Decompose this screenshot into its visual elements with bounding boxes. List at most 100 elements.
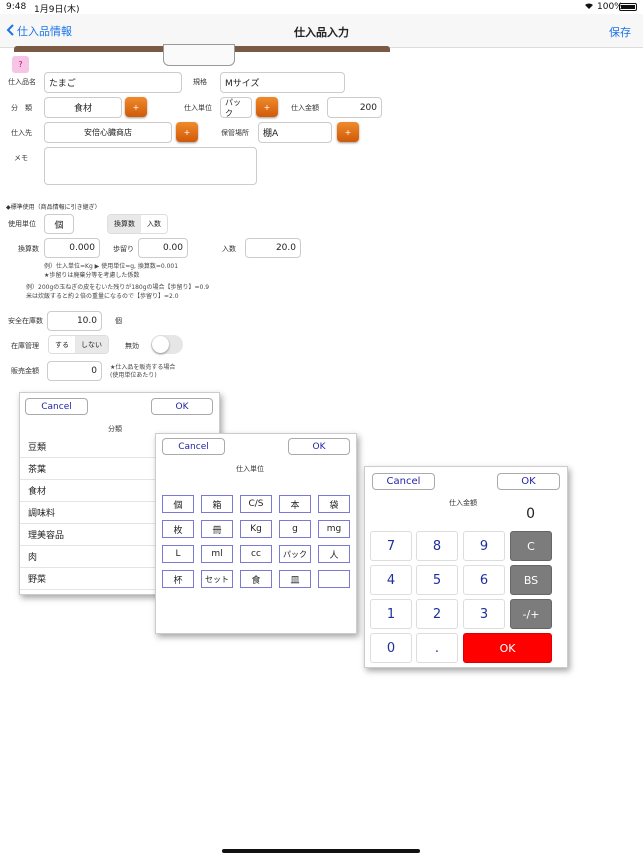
key-7[interactable]: 7 [370,531,412,561]
count-field[interactable]: 20.0 [245,238,301,258]
unit-option[interactable]: パック [279,545,311,563]
unit-option[interactable]: セット [201,570,233,588]
clipboard-clip [163,44,235,66]
unit-option-empty[interactable] [318,570,350,588]
list-item[interactable]: 肉 [20,546,156,568]
category-cancel-button[interactable]: Cancel [25,398,88,415]
key-0[interactable]: 0 [370,633,412,663]
stock-on-option[interactable]: する [49,336,75,353]
list-item[interactable]: 野菜 [20,568,156,590]
yield-label: 歩留り [113,245,134,253]
name-field[interactable]: たまご [44,72,182,93]
unit-label: 仕入単位 [184,104,212,112]
unit-option[interactable]: ml [201,545,233,563]
standard-heading: ◆標準使用（商品情報に引き継ぎ） [6,204,101,211]
convert-field[interactable]: 0.000 [44,238,100,258]
spec-field[interactable]: Mサイズ [220,72,345,93]
key-clear[interactable]: C [510,531,552,561]
unit-option[interactable]: 皿 [279,570,311,588]
stock-manage-label: 在庫管理 [11,342,39,350]
save-button[interactable]: 保存 [609,24,631,40]
key-ok[interactable]: OK [463,633,552,663]
name-label: 仕入品名 [8,78,36,86]
key-3[interactable]: 3 [463,599,505,629]
list-item[interactable]: 豆類 [20,436,156,458]
seg-count[interactable]: 入数 [141,215,167,233]
price-cancel-button[interactable]: Cancel [372,473,435,490]
use-unit-field[interactable]: 個 [44,214,74,234]
convert-mode-segment: 換算数 入数 [107,214,168,234]
category-field[interactable]: 食材 [44,97,122,118]
unit-option[interactable]: L [162,545,194,563]
unit-option[interactable]: 枚 [162,520,194,538]
help-button[interactable]: ? [12,56,29,73]
unit-ok-button[interactable]: OK [288,438,350,455]
key-6[interactable]: 6 [463,565,505,595]
unit-option[interactable]: mg [318,520,350,538]
unit-option[interactable]: 箱 [201,495,233,513]
supplier-field[interactable]: 安倍心臓商店 [44,122,172,143]
unit-option[interactable]: 個 [162,495,194,513]
key-decimal[interactable]: . [416,633,458,663]
use-unit-label: 使用単位 [8,220,36,228]
key-4[interactable]: 4 [370,565,412,595]
wifi-icon [584,1,594,13]
key-8[interactable]: 8 [416,531,458,561]
convert-label: 換算数 [18,245,39,253]
storage-label: 保管場所 [221,129,249,137]
safety-stock-field[interactable]: 10.0 [47,311,102,331]
unit-option[interactable]: 袋 [318,495,350,513]
invalid-toggle[interactable] [151,335,183,354]
invalid-label: 無効 [125,342,139,350]
unit-option[interactable]: 食 [240,570,272,588]
price-label: 仕入金額 [291,104,319,112]
unit-option[interactable]: 本 [279,495,311,513]
note-yield: ★歩留りは廃棄分等を考慮した係数 [44,272,140,279]
status-bar: 9:48 1月9日(木) 100% [0,0,643,15]
unit-option[interactable]: Kg [240,520,272,538]
unit-picker-popup: Cancel OK 仕入単位 個 箱 C/S 本 袋 枚 冊 Kg g mg L… [155,433,357,634]
key-sign[interactable]: -/+ [510,599,552,629]
yield-field[interactable]: 0.00 [138,238,188,258]
price-display: 0 [526,506,535,522]
price-ok-button[interactable]: OK [497,473,560,490]
battery-icon [619,3,637,11]
unit-add-button[interactable]: + [256,97,278,117]
unit-picker-title: 仕入単位 [236,465,264,473]
category-ok-button[interactable]: OK [151,398,213,415]
unit-cancel-button[interactable]: Cancel [162,438,225,455]
unit-option[interactable]: cc [240,545,272,563]
key-2[interactable]: 2 [416,599,458,629]
spec-label: 規格 [193,78,207,86]
unit-option[interactable]: 人 [318,545,350,563]
list-item[interactable]: 理美容品 [20,524,156,546]
sale-price-label: 販売金額 [11,367,39,375]
storage-field[interactable]: 棚A [258,122,332,143]
unit-option[interactable]: 冊 [201,520,233,538]
list-item[interactable]: 茶葉 [20,458,156,480]
price-keypad-popup: Cancel OK 仕入金額 0 7 8 9 C 4 5 6 BS 1 2 3 … [364,466,568,668]
key-1[interactable]: 1 [370,599,412,629]
sale-price-field[interactable]: 0 [47,361,102,381]
key-backspace[interactable]: BS [510,565,552,595]
memo-field[interactable] [44,147,257,185]
seg-convert[interactable]: 換算数 [108,215,141,233]
unit-option[interactable]: C/S [240,495,272,513]
list-item[interactable]: 調味料 [20,502,156,524]
supplier-label: 仕入先 [11,129,32,137]
unit-field[interactable]: パック [220,97,252,118]
supplier-add-button[interactable]: + [176,122,198,142]
memo-label: メモ [14,154,28,162]
safety-stock-label: 安全在庫数 [8,317,43,325]
unit-option[interactable]: g [279,520,311,538]
key-5[interactable]: 5 [416,565,458,595]
stock-off-option[interactable]: しない [75,336,108,353]
status-time: 9:48 [6,2,27,12]
key-9[interactable]: 9 [463,531,505,561]
category-add-button[interactable]: + [125,97,147,117]
price-keypad-title: 仕入金額 [449,499,477,507]
storage-add-button[interactable]: + [337,122,359,142]
unit-option[interactable]: 杯 [162,570,194,588]
price-field[interactable]: 200 [327,97,382,118]
list-item[interactable]: 食材 [20,480,156,502]
